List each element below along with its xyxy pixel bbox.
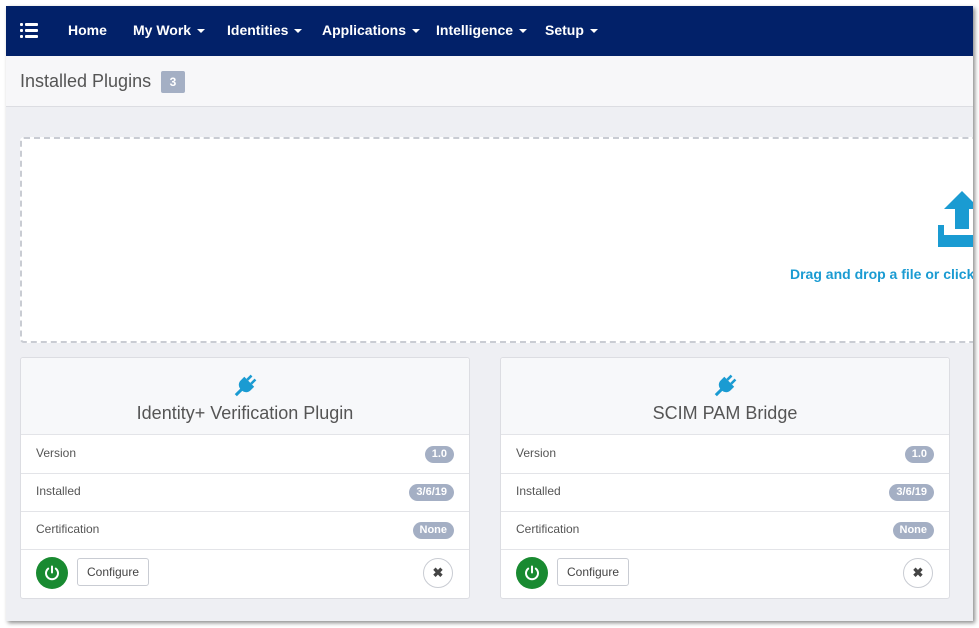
plugin-info-row: Version 1.0: [21, 435, 469, 474]
power-toggle-button[interactable]: [36, 557, 68, 589]
caret-down-icon: [197, 29, 206, 34]
configure-button[interactable]: Configure: [557, 558, 629, 586]
caret-down-icon: [294, 29, 303, 34]
certification-badge: None: [412, 522, 454, 539]
plugin-info-row: Certification None: [501, 511, 949, 550]
nav-home-label: Home: [68, 22, 107, 38]
version-label: Version: [516, 446, 557, 460]
plugin-name: SCIM PAM Bridge: [652, 403, 798, 423]
plugin-card: Identity+ Verification Plugin Version 1.…: [20, 357, 470, 599]
dropzone-text: Drag and drop a file or click i: [790, 266, 973, 282]
nav-intelligence[interactable]: Intelligence: [436, 22, 528, 38]
hamburger-list-icon[interactable]: [20, 23, 38, 39]
nav-applications-label: Applications: [322, 22, 407, 38]
certification-label: Certification: [516, 522, 580, 536]
plugin-count-badge: 3: [161, 71, 185, 93]
power-toggle-button[interactable]: [516, 557, 548, 589]
plugin-card-header: SCIM PAM Bridge: [501, 358, 949, 435]
power-icon: [45, 565, 59, 581]
power-icon: [525, 565, 539, 581]
caret-down-icon: [589, 29, 598, 34]
nav-my-work[interactable]: My Work: [133, 22, 206, 38]
plugin-info-row: Certification None: [21, 511, 469, 550]
plugin-card-header: Identity+ Verification Plugin: [21, 358, 469, 435]
installed-label: Installed: [36, 484, 81, 498]
remove-plugin-button[interactable]: ✖: [903, 558, 933, 588]
installed-label: Installed: [516, 484, 561, 498]
nav-home[interactable]: Home: [68, 22, 107, 38]
plugin-info-row: Version 1.0: [501, 435, 949, 474]
page-header: Installed Plugins 3: [6, 56, 973, 107]
nav-setup[interactable]: Setup: [545, 22, 598, 38]
version-badge: 1.0: [904, 446, 934, 463]
version-badge: 1.0: [424, 446, 454, 463]
remove-plugin-button[interactable]: ✖: [423, 558, 453, 588]
plug-icon: [714, 374, 737, 397]
nav-identities[interactable]: Identities: [227, 22, 303, 38]
caret-down-icon: [412, 29, 421, 34]
close-icon: ✖: [912, 565, 924, 580]
plugin-info-row: Installed 3/6/19: [21, 473, 469, 512]
upload-icon: [938, 191, 973, 247]
plug-icon: [234, 374, 257, 397]
page-title: Installed Plugins: [20, 71, 152, 91]
configure-button[interactable]: Configure: [77, 558, 149, 586]
nav-applications[interactable]: Applications: [322, 22, 421, 38]
plugin-card: SCIM PAM Bridge Version 1.0 Installed 3/…: [500, 357, 950, 599]
nav-identities-label: Identities: [227, 22, 289, 38]
close-icon: ✖: [432, 565, 444, 580]
nav-my-work-label: My Work: [133, 22, 192, 38]
top-navbar: Home My Work Identities Applications Int…: [6, 6, 973, 56]
installed-date-badge: 3/6/19: [889, 484, 934, 501]
nav-intelligence-label: Intelligence: [436, 22, 514, 38]
file-dropzone[interactable]: Drag and drop a file or click i: [20, 137, 973, 343]
plugin-info-row: Installed 3/6/19: [501, 473, 949, 512]
installed-date-badge: 3/6/19: [409, 484, 454, 501]
nav-setup-label: Setup: [545, 22, 584, 38]
caret-down-icon: [519, 29, 528, 34]
plugin-name: Identity+ Verification Plugin: [136, 403, 354, 423]
app-window: Home My Work Identities Applications Int…: [6, 6, 973, 621]
certification-label: Certification: [36, 522, 100, 536]
certification-badge: None: [892, 522, 934, 539]
version-label: Version: [36, 446, 77, 460]
